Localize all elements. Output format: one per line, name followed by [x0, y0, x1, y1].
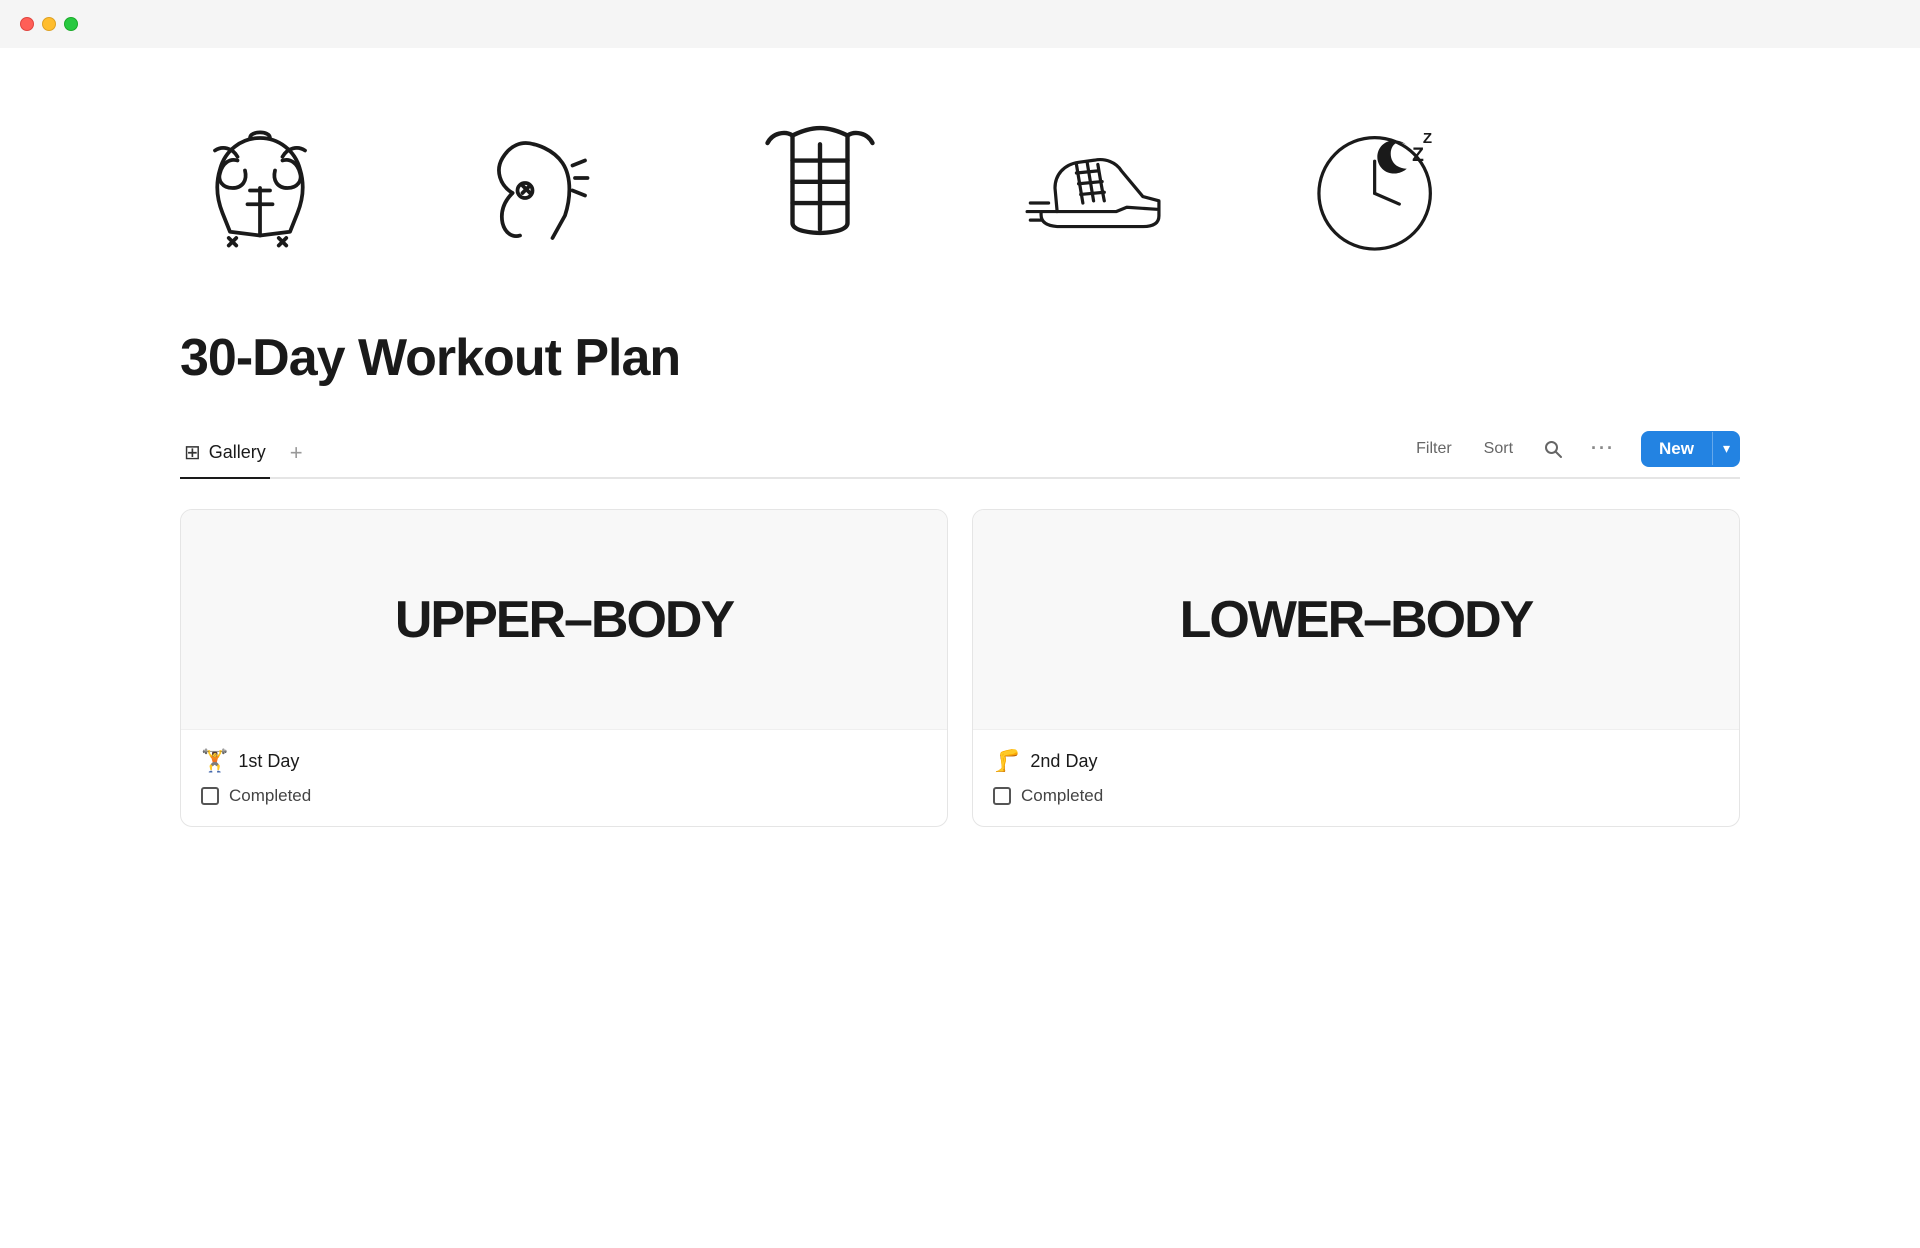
day-icon-2: 🦵 [993, 748, 1020, 774]
main-content: Z Z 30-Day Workout Plan ⊞ Gallery + Filt… [0, 48, 1920, 887]
traffic-maximize-button[interactable] [64, 17, 78, 31]
card-completed-row-2: Completed [993, 786, 1719, 806]
svg-text:Z: Z [1423, 130, 1432, 147]
traffic-close-button[interactable] [20, 17, 34, 31]
card-image-lower-body: LOWER–BODY [973, 510, 1739, 730]
card-completed-label-2: Completed [1021, 786, 1103, 806]
new-dropdown-button[interactable]: ▾ [1712, 432, 1740, 465]
new-button-group: New ▾ [1641, 431, 1740, 467]
toolbar: ⊞ Gallery + Filter Sort ··· New [180, 428, 1740, 479]
completed-checkbox-1[interactable] [201, 787, 219, 805]
card-body-upper-body: 🏋️ 1st Day Completed [181, 730, 947, 826]
icons-row: Z Z [180, 108, 1740, 268]
traffic-minimize-button[interactable] [42, 17, 56, 31]
card-day-text-1: 1st Day [238, 751, 299, 772]
page-title: 30-Day Workout Plan [180, 328, 1740, 388]
shoulder-arm-icon [460, 108, 620, 268]
toolbar-actions: Filter Sort ··· New ▾ [1404, 431, 1740, 475]
card-day-text-2: 2nd Day [1030, 751, 1097, 772]
gallery-icon: ⊞ [184, 440, 201, 465]
gallery-card-lower-body[interactable]: LOWER–BODY 🦵 2nd Day Completed [972, 509, 1740, 827]
sleep-timer-icon: Z Z [1300, 108, 1460, 268]
search-button[interactable] [1533, 433, 1573, 465]
gallery-card-upper-body[interactable]: UPPER–BODY 🏋️ 1st Day Completed [180, 509, 948, 827]
card-body-lower-body: 🦵 2nd Day Completed [973, 730, 1739, 826]
gallery-grid: UPPER–BODY 🏋️ 1st Day Completed LOWER–BO… [180, 509, 1740, 827]
completed-checkbox-2[interactable] [993, 787, 1011, 805]
filter-button[interactable]: Filter [1404, 434, 1464, 464]
chevron-down-icon: ▾ [1723, 440, 1730, 457]
upper-body-muscle-icon [180, 108, 340, 268]
new-button[interactable]: New [1641, 431, 1712, 467]
card-image-text-lower-body: LOWER–BODY [1180, 590, 1533, 650]
card-completed-row-1: Completed [201, 786, 927, 806]
dots-icon: ··· [1591, 438, 1615, 459]
tab-gallery[interactable]: ⊞ Gallery [180, 428, 270, 479]
tab-gallery-label: Gallery [209, 442, 266, 463]
card-completed-label-1: Completed [229, 786, 311, 806]
running-shoe-icon [1020, 108, 1180, 268]
day-icon-1: 🏋️ [201, 748, 228, 774]
card-day-row-2: 🦵 2nd Day [993, 748, 1719, 774]
card-day-row-1: 🏋️ 1st Day [201, 748, 927, 774]
abs-core-icon [740, 108, 900, 268]
add-view-button[interactable]: + [282, 436, 311, 470]
titlebar [0, 0, 1920, 48]
svg-text:Z: Z [1412, 145, 1424, 166]
sort-button[interactable]: Sort [1472, 434, 1525, 464]
more-options-button[interactable]: ··· [1581, 432, 1625, 465]
card-image-text-upper-body: UPPER–BODY [395, 590, 733, 650]
card-image-upper-body: UPPER–BODY [181, 510, 947, 730]
